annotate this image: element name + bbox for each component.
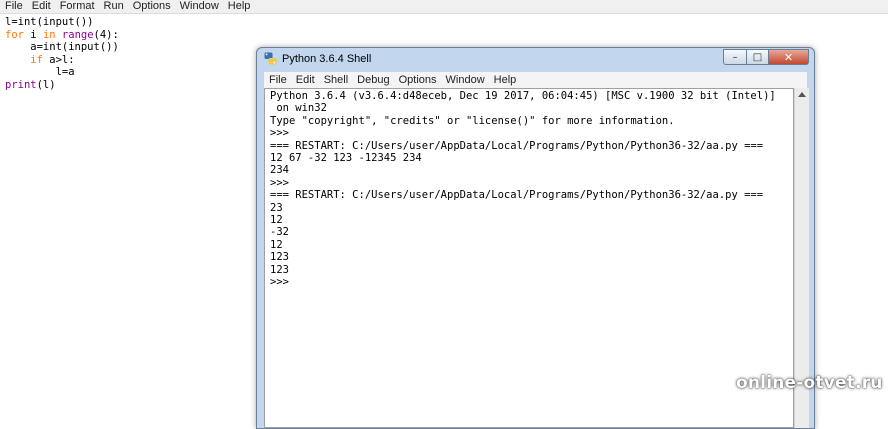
code-line-3: a=int(input()) — [5, 41, 119, 54]
editor-menubar: File Edit Format Run Options Window Help — [0, 0, 888, 14]
editor-menu-edit[interactable]: Edit — [27, 0, 55, 13]
code-line-5: l=a — [5, 66, 75, 79]
shell-menu-window[interactable]: Window — [441, 72, 489, 88]
shell-line: 123 — [270, 251, 289, 264]
shell-menu-debug[interactable]: Debug — [352, 72, 393, 88]
shell-line: 12 — [270, 238, 283, 251]
shell-line: -32 — [270, 226, 289, 239]
python-icon — [264, 52, 277, 65]
editor-menu-help[interactable]: Help — [223, 0, 255, 13]
shell-line: 12 67 -32 123 -12345 234 — [270, 152, 422, 165]
editor-menu-run[interactable]: Run — [99, 0, 128, 13]
minimize-button[interactable]: – — [723, 49, 747, 65]
code-line-1: l=int(input()) — [5, 16, 94, 28]
shell-line: Type "copyright", "credits" or "license(… — [270, 114, 675, 127]
shell-restart-line: === RESTART: C:/Users/user/AppData/Local… — [270, 139, 764, 152]
shell-menu-help[interactable]: Help — [489, 72, 521, 88]
code-text: (4): — [93, 28, 119, 41]
shell-line: 12 — [270, 214, 283, 227]
shell-line: 123 — [270, 263, 289, 276]
shell-menu-edit[interactable]: Edit — [291, 72, 319, 88]
shell-titlebar[interactable]: Python 3.6.4 Shell – □ ✕ — [257, 48, 814, 70]
shell-line: Python 3.6.4 (v3.6.4:d48eceb, Dec 19 201… — [270, 90, 776, 102]
shell-prompt: >>> — [270, 127, 296, 140]
maximize-button[interactable]: □ — [747, 49, 769, 65]
shell-menu-shell[interactable]: Shell — [319, 72, 352, 88]
shell-prompt[interactable]: >>> — [270, 276, 776, 288]
code-keyword-if: if — [30, 53, 43, 66]
editor-menu-format[interactable]: Format — [55, 0, 99, 13]
shell-line: 234 — [270, 164, 289, 177]
shell-output: Python 3.6.4 (v3.6.4:d48eceb, Dec 19 201… — [270, 90, 776, 289]
shell-window: Python 3.6.4 Shell – □ ✕ File Edit Shell… — [256, 47, 815, 429]
code-text: i — [23, 28, 43, 41]
code-text: a>l: — [42, 53, 75, 66]
shell-output-area[interactable]: Python 3.6.4 (v3.6.4:d48eceb, Dec 19 201… — [264, 88, 794, 428]
shell-restart-line: === RESTART: C:/Users/user/AppData/Local… — [270, 189, 764, 202]
code-line-2: for i in range(4): — [5, 29, 119, 41]
window-controls: – □ ✕ — [723, 49, 809, 65]
code-line-6: print(l) — [5, 79, 56, 91]
editor-menu-options[interactable]: Options — [128, 0, 175, 13]
scroll-up-arrow-icon[interactable] — [798, 92, 806, 97]
code-keyword-for: for — [5, 28, 24, 41]
editor-menu-file[interactable]: File — [0, 0, 27, 13]
shell-line: 23 — [270, 201, 283, 214]
shell-menu-options[interactable]: Options — [394, 72, 441, 88]
shell-menubar: File Edit Shell Debug Options Window Hel… — [264, 72, 807, 88]
code-line-4: if a>l: — [5, 53, 75, 66]
shell-prompt: >>> — [270, 176, 296, 189]
code-builtin-print: print — [5, 78, 37, 91]
code-keyword-in: in — [42, 28, 56, 41]
editor-code-area[interactable]: l=int(input()) for i in range(4): a=int(… — [5, 16, 119, 92]
watermark-text: online-otvet.ru — [736, 373, 883, 393]
code-text: (l) — [36, 78, 56, 91]
close-button[interactable]: ✕ — [769, 49, 809, 65]
shell-line: on win32 — [270, 102, 327, 115]
shell-title: Python 3.6.4 Shell — [282, 53, 372, 65]
shell-menu-file[interactable]: File — [264, 72, 291, 88]
editor-menu-window[interactable]: Window — [175, 0, 223, 13]
code-builtin-range: range — [61, 28, 94, 41]
